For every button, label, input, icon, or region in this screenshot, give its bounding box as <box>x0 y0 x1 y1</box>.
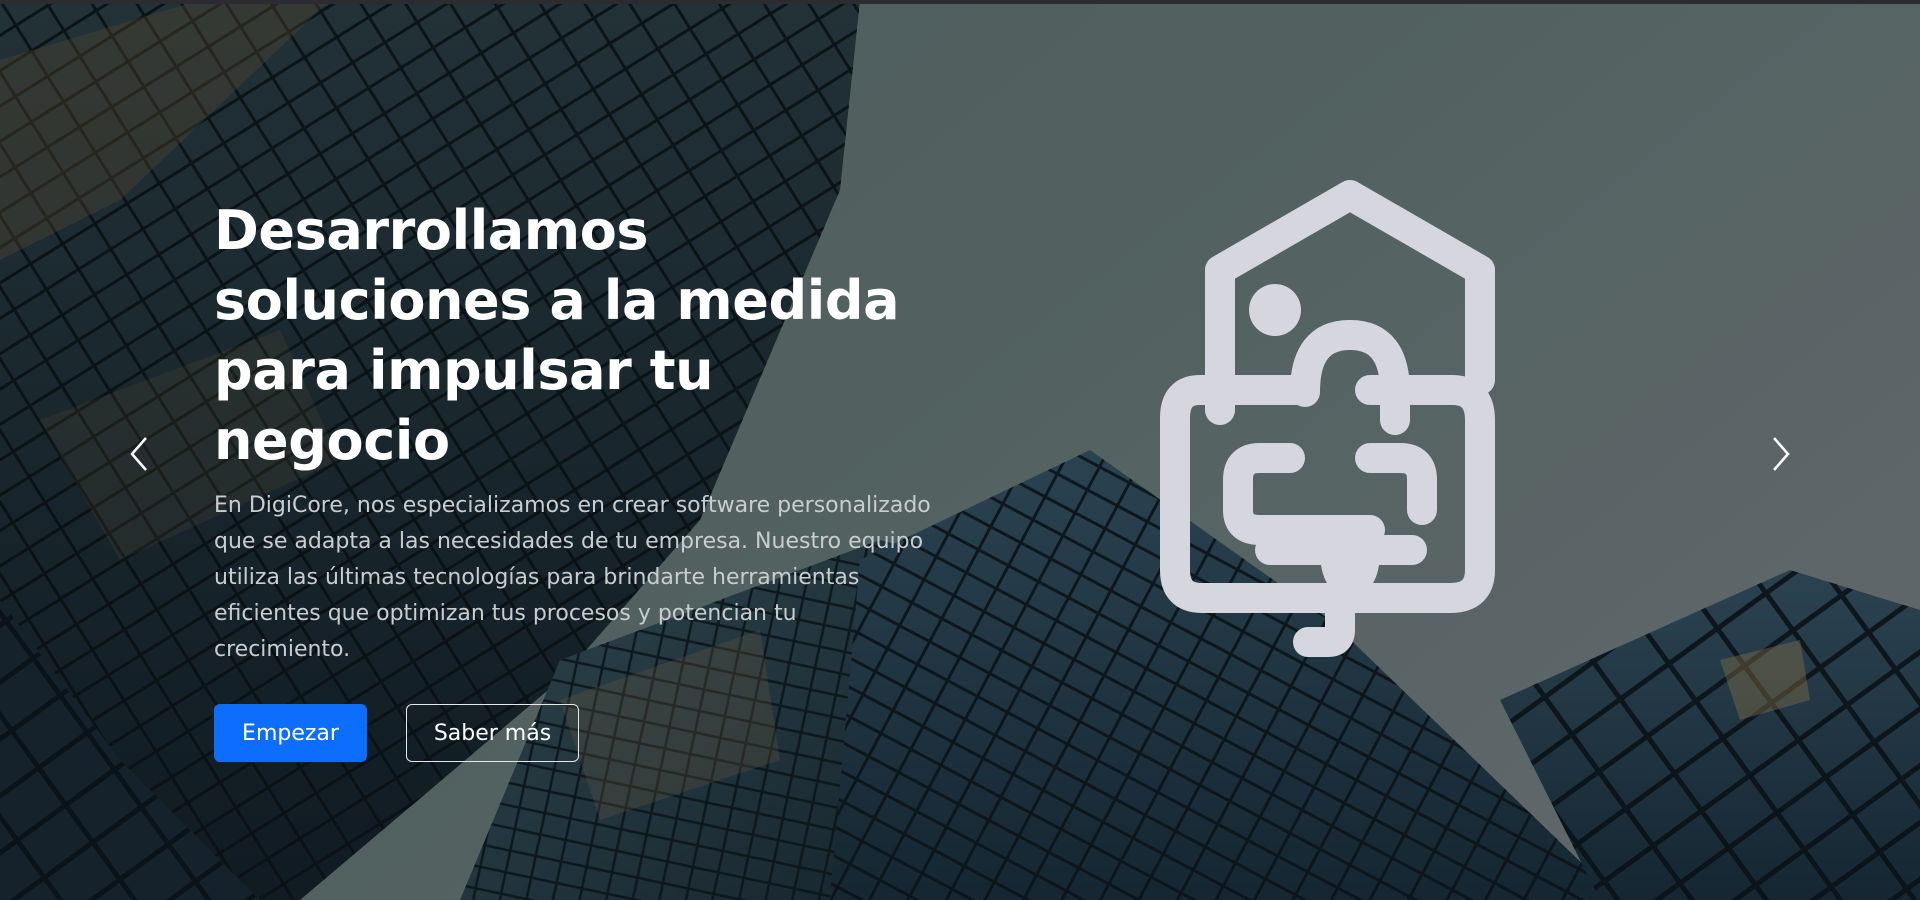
carousel-caption: Desarrollamos soluciones a la medida par… <box>214 196 934 762</box>
chevron-right-icon <box>1773 437 1790 471</box>
carousel-prev-button[interactable] <box>116 430 164 478</box>
hero-carousel: Desarrollamos soluciones a la medida par… <box>0 0 1920 900</box>
top-border <box>0 0 1920 4</box>
chevron-left-icon <box>130 437 147 471</box>
hero-description: En DigiCore, nos especializamos en crear… <box>214 493 931 662</box>
house-printer-icon <box>1160 180 1495 657</box>
get-started-button[interactable]: Empezar <box>214 704 367 762</box>
carousel-next-button[interactable] <box>1756 430 1804 478</box>
hero-headline: Desarrollamos soluciones a la medida par… <box>214 199 900 472</box>
learn-more-button[interactable]: Saber más <box>406 704 579 762</box>
hero-actions: Empezar Saber más <box>214 704 934 762</box>
